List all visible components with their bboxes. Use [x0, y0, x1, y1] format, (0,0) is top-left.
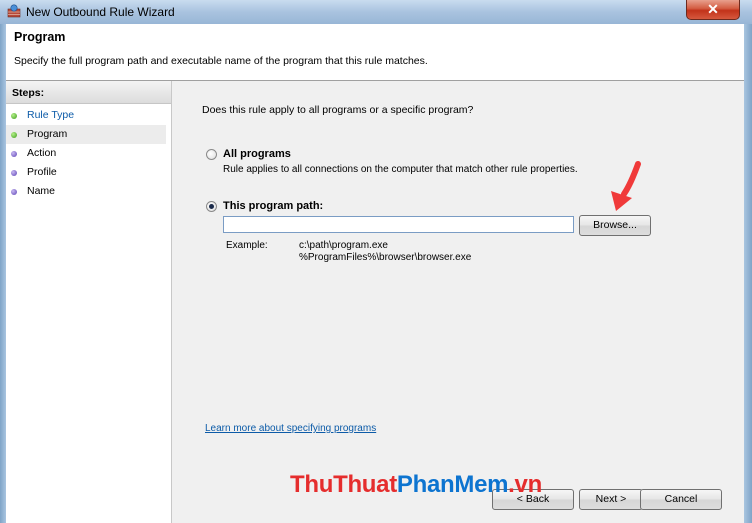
sidebar-item-profile: Profile [6, 163, 166, 182]
browse-button[interactable]: Browse... [579, 215, 651, 236]
learn-more-link[interactable]: Learn more about specifying programs [205, 423, 376, 434]
watermark: ThuThuatPhanMem.vn [290, 471, 542, 499]
program-path-input[interactable] [223, 216, 574, 233]
scope-question: Does this rule apply to all programs or … [202, 104, 474, 116]
sidebar-item-label: Rule Type [27, 109, 75, 121]
window-title: New Outbound Rule Wizard [26, 5, 175, 19]
sidebar-item-rule-type[interactable]: Rule Type [6, 106, 166, 125]
example-path-1: c:\path\program.exe [299, 240, 388, 251]
all-programs-label[interactable]: All programs [223, 148, 291, 160]
next-button[interactable]: Next > [579, 489, 643, 510]
watermark-part1: ThuThuat [290, 471, 397, 498]
all-programs-radio[interactable] [206, 149, 217, 160]
firewall-app-icon [7, 4, 21, 18]
sidebar-item-name: Name [6, 182, 166, 201]
sidebar-item-program[interactable]: Program [6, 125, 166, 144]
page-title: Program [14, 30, 66, 44]
program-path-radio[interactable] [206, 201, 217, 212]
step-complete-icon [11, 113, 17, 119]
all-programs-description: Rule applies to all connections on the c… [223, 164, 578, 175]
cancel-button[interactable]: Cancel [640, 489, 722, 510]
page-description: Specify the full program path and execut… [14, 55, 428, 67]
step-pending-icon [11, 189, 17, 195]
steps-header-label: Steps: [12, 87, 45, 99]
wizard-header: Program Specify the full program path an… [6, 24, 744, 81]
annotation-arrow-icon [611, 161, 641, 211]
steps-header: Steps: [6, 81, 171, 104]
window-frame-right [744, 24, 752, 523]
watermark-part2: PhanMem [396, 471, 509, 498]
example-path-2: %ProgramFiles%\browser\browser.exe [299, 252, 472, 263]
sidebar-item-label: Name [27, 185, 56, 197]
example-label: Example: [226, 240, 268, 251]
sidebar-item-label: Action [27, 147, 57, 159]
sidebar-item-label: Profile [27, 166, 57, 178]
sidebar-item-label: Program [27, 128, 68, 140]
step-complete-icon [11, 132, 17, 138]
sidebar-item-action: Action [6, 144, 166, 163]
close-button[interactable]: ✕ [686, 0, 740, 20]
steps-sidebar: Steps: Rule Type Program Action Profile … [6, 81, 172, 523]
step-pending-icon [11, 170, 17, 176]
watermark-part3: .vn [508, 471, 542, 498]
program-path-label[interactable]: This program path: [223, 200, 323, 212]
title-bar: New Outbound Rule Wizard ✕ [0, 0, 752, 25]
wizard-content: Does this rule apply to all programs or … [172, 81, 744, 523]
step-pending-icon [11, 151, 17, 157]
